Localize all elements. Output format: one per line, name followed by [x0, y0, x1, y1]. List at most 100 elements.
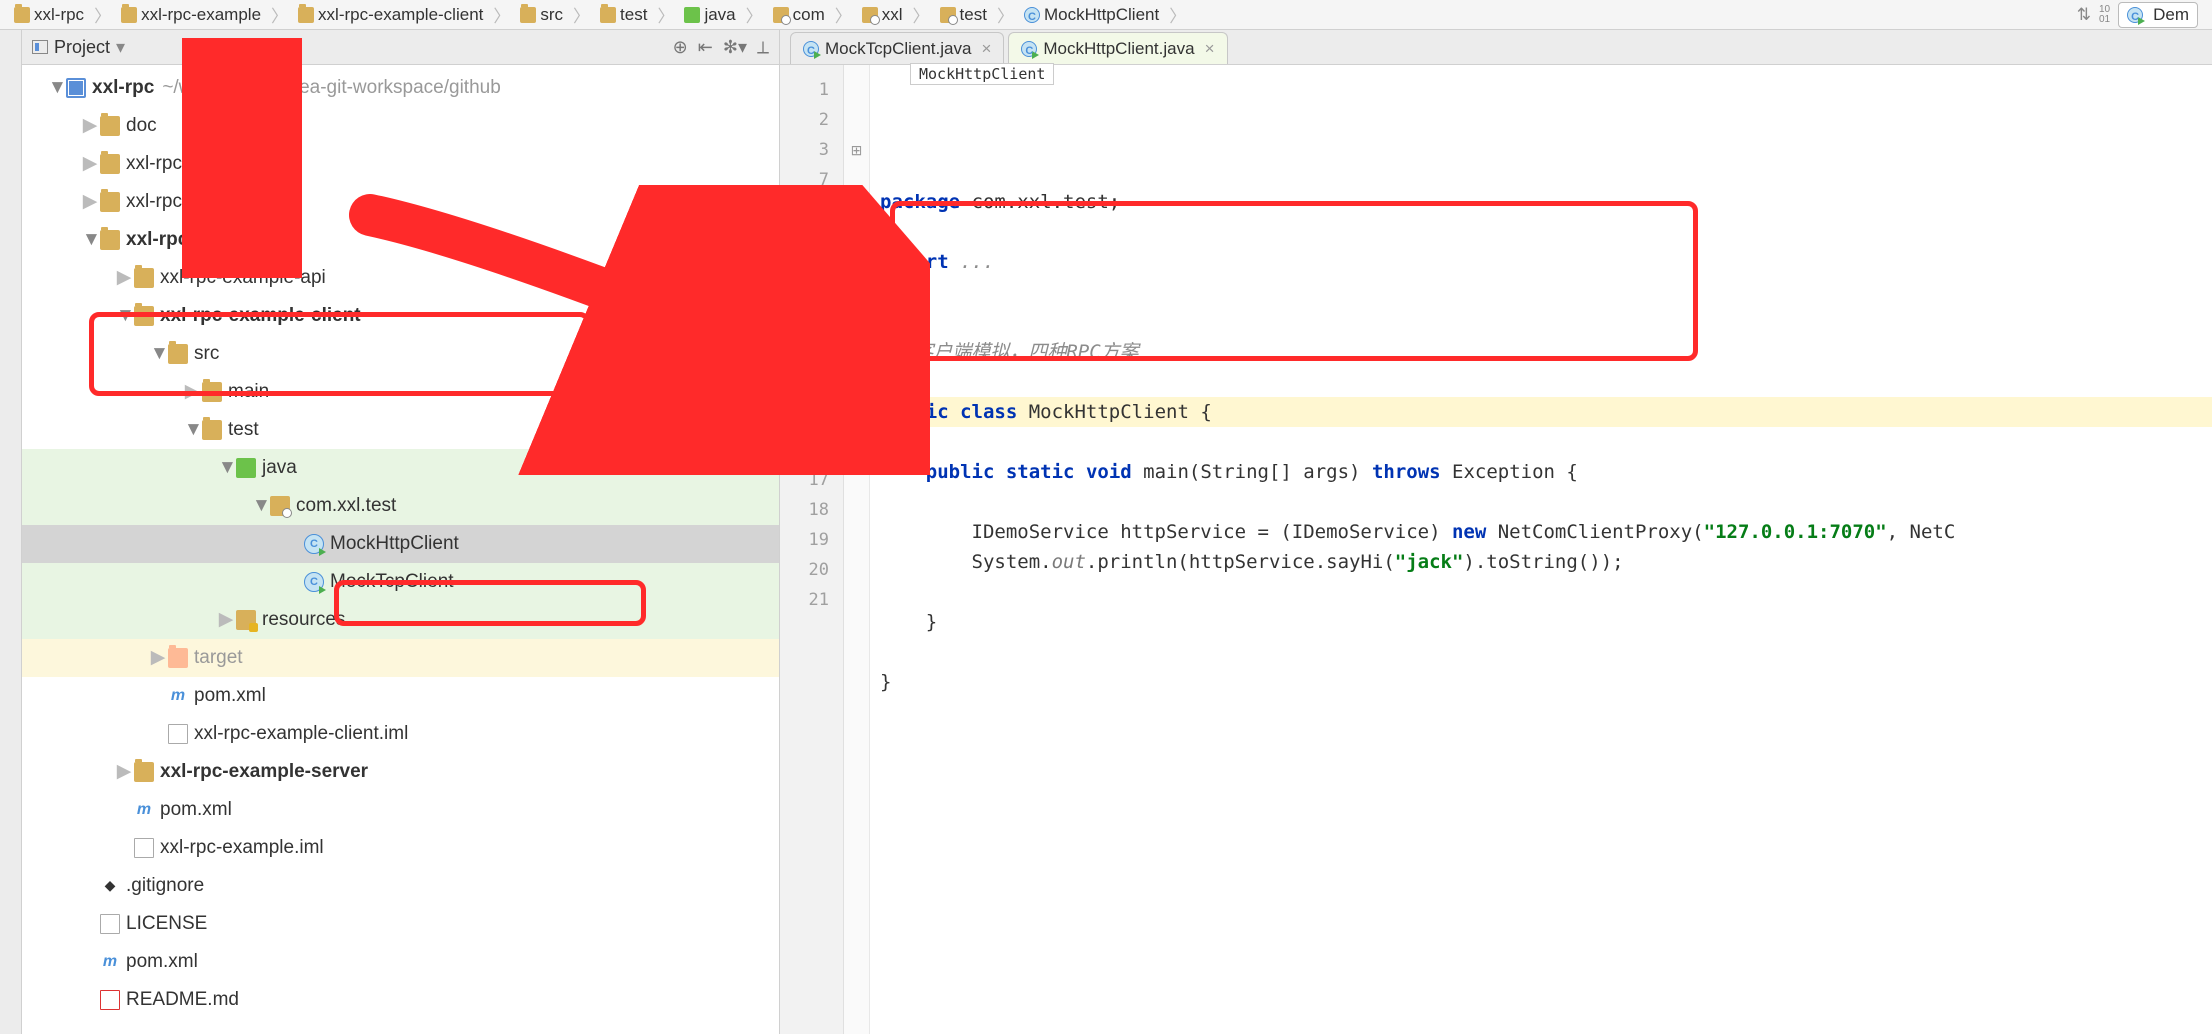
dropdown-icon[interactable]: ▾ [116, 37, 125, 58]
code-line[interactable]: import ... [880, 247, 2212, 277]
gutter-marker [844, 225, 869, 255]
tree-label: com.xxl.test [296, 487, 396, 525]
close-icon[interactable]: × [1205, 39, 1215, 59]
tree-row[interactable]: xxl-rpc-example-client.iml [22, 715, 779, 753]
project-tool-tab[interactable] [0, 30, 22, 1034]
tree-row[interactable]: ▼xxl-rpc-example [22, 221, 779, 259]
breadcrumb-bar: xxl-rpc〉xxl-rpc-example〉xxl-rpc-example-… [0, 0, 2212, 30]
editor-breadcrumb[interactable]: MockHttpClient [910, 63, 1054, 85]
breadcrumb-item[interactable]: xxl-rpc-example-client [290, 5, 491, 25]
tree-arrow-icon[interactable]: ▼ [184, 411, 200, 449]
chevron-right-icon: 〉 [913, 2, 930, 27]
code-line[interactable]: } [880, 667, 2212, 697]
code-line[interactable]: /** [880, 307, 2212, 337]
tree-row[interactable]: LICENSE [22, 905, 779, 943]
tree-arrow-icon[interactable]: ▶ [116, 753, 132, 791]
code-line[interactable] [880, 217, 2212, 247]
code-line[interactable] [880, 637, 2212, 667]
root-label: xxl-rpc [92, 69, 154, 107]
tree-row[interactable]: ▶xxl-rpc-admin [22, 145, 779, 183]
tree-arrow-icon[interactable]: ▶ [218, 601, 234, 639]
tree-row[interactable]: ▶resources [22, 601, 779, 639]
tree-row[interactable]: mpom.xml [22, 677, 779, 715]
tree-arrow-icon[interactable]: ▶ [82, 183, 98, 221]
code-line[interactable]: } [880, 607, 2212, 637]
tree-arrow-icon[interactable]: ▼ [82, 221, 98, 259]
tree-row[interactable]: ▼java [22, 449, 779, 487]
tree-row[interactable]: ▶ doc [22, 107, 779, 145]
code-line[interactable] [880, 697, 2212, 727]
tree-row[interactable]: xxl-rpc-example.iml [22, 829, 779, 867]
gear-icon[interactable]: ✻▾ [723, 37, 747, 58]
breadcrumb-item[interactable]: xxl-rpc-example [113, 5, 269, 25]
code-line[interactable] [880, 277, 2212, 307]
gutter-marker [844, 585, 869, 615]
tree-arrow-icon[interactable]: ▶ [116, 259, 132, 297]
gutter-marker [844, 105, 869, 135]
breadcrumb-item[interactable]: java [676, 5, 743, 25]
tree-row[interactable]: mpom.xml [22, 943, 779, 981]
tree-row[interactable]: MockTcpClient [22, 563, 779, 601]
tree-arrow-icon[interactable]: ▼ [252, 487, 268, 525]
binary-icon[interactable]: 1001 [2099, 5, 2110, 25]
tree-arrow-icon[interactable]: ▶ [82, 145, 98, 183]
tree-row[interactable]: ▶xxl-rpc-example-server [22, 753, 779, 791]
run-config-dropdown[interactable]: Dem [2118, 2, 2198, 28]
code-line[interactable]: public class MockHttpClient { [880, 397, 2212, 427]
editor-area: MockTcpClient.java×MockHttpClient.java× … [780, 30, 2212, 1034]
code-line[interactable]: * 客户端模拟，四种RPC方案 [880, 337, 2212, 367]
code-line[interactable]: * [880, 367, 2212, 397]
tree-row[interactable]: ▶xxl-rpc-example-api [22, 259, 779, 297]
code-line[interactable]: package com.xxl.test; [880, 187, 2212, 217]
breadcrumb-item[interactable]: src [512, 5, 571, 25]
tree-label: .gitignore [126, 867, 204, 905]
breadcrumb-item[interactable]: MockHttpClient [1016, 5, 1167, 25]
tree-root[interactable]: ▼ xxl-rpc ~/workspaces/idea-git-workspac… [22, 69, 779, 107]
tree-row[interactable]: ▶target [22, 639, 779, 677]
tree-row[interactable]: mpom.xml [22, 791, 779, 829]
breadcrumb-item[interactable]: test [932, 5, 995, 25]
gutter-marker[interactable]: ▶ [844, 345, 869, 375]
breadcrumb-item[interactable]: test [592, 5, 655, 25]
tree-row[interactable]: README.md [22, 981, 779, 1019]
tree-row[interactable]: ◆ .gitignore [22, 867, 779, 905]
tree-label: pom.xml [160, 791, 232, 829]
tree-arrow-icon[interactable]: ▼ [218, 449, 234, 487]
folder-icon [134, 762, 154, 782]
gutter-marker [844, 495, 869, 525]
code-line[interactable] [880, 487, 2212, 517]
breadcrumb-item[interactable]: xxl-rpc [6, 5, 92, 25]
gutter-marker[interactable]: ▶ [844, 285, 869, 315]
code-line[interactable] [880, 577, 2212, 607]
close-icon[interactable]: × [981, 39, 991, 59]
project-tree[interactable]: ▼ xxl-rpc ~/workspaces/idea-git-workspac… [22, 65, 779, 1034]
tree-arrow-icon[interactable]: ▼ [150, 335, 166, 373]
tree-row[interactable]: ▼ com.xxl.test [22, 487, 779, 525]
code-content[interactable]: MockHttpClient package com.xxl.test; imp… [870, 65, 2212, 1034]
tree-row[interactable]: ▶xxl-rpc-core [22, 183, 779, 221]
folder-icon [134, 306, 154, 326]
chevron-right-icon: 〉 [493, 2, 510, 27]
code-line[interactable] [880, 427, 2212, 457]
breadcrumb-item[interactable]: xxl [854, 5, 911, 25]
tree-row[interactable]: ▶main [22, 373, 779, 411]
code-line[interactable]: System.out.println(httpService.sayHi("ja… [880, 547, 2212, 577]
sort-icon[interactable]: ⇅ [2077, 5, 2091, 25]
tree-row[interactable]: ▼xxl-rpc-example-client [22, 297, 779, 335]
tree-arrow-icon[interactable]: ▼ [116, 297, 132, 335]
tree-row[interactable]: ▼src [22, 335, 779, 373]
locate-icon[interactable]: ⊕ [673, 37, 688, 58]
code-line[interactable]: IDemoService httpService = (IDemoService… [880, 517, 2212, 547]
tree-arrow-icon[interactable]: ▶ [150, 639, 166, 677]
folder-icon [202, 382, 222, 402]
tree-label: doc [126, 107, 157, 145]
git-icon: ◆ [100, 876, 120, 896]
tree-row[interactable]: MockHttpClient [22, 525, 779, 563]
tree-arrow-icon[interactable]: ▶ [184, 373, 200, 411]
breadcrumb-item[interactable]: com [765, 5, 833, 25]
tree-row[interactable]: ▼test [22, 411, 779, 449]
tree-arrow-icon[interactable]: ▶ [82, 107, 98, 145]
collapse-icon[interactable]: ⇤ [698, 37, 713, 58]
hide-icon[interactable]: ⟂ [757, 37, 769, 58]
code-line[interactable]: public static void main(String[] args) t… [880, 457, 2212, 487]
